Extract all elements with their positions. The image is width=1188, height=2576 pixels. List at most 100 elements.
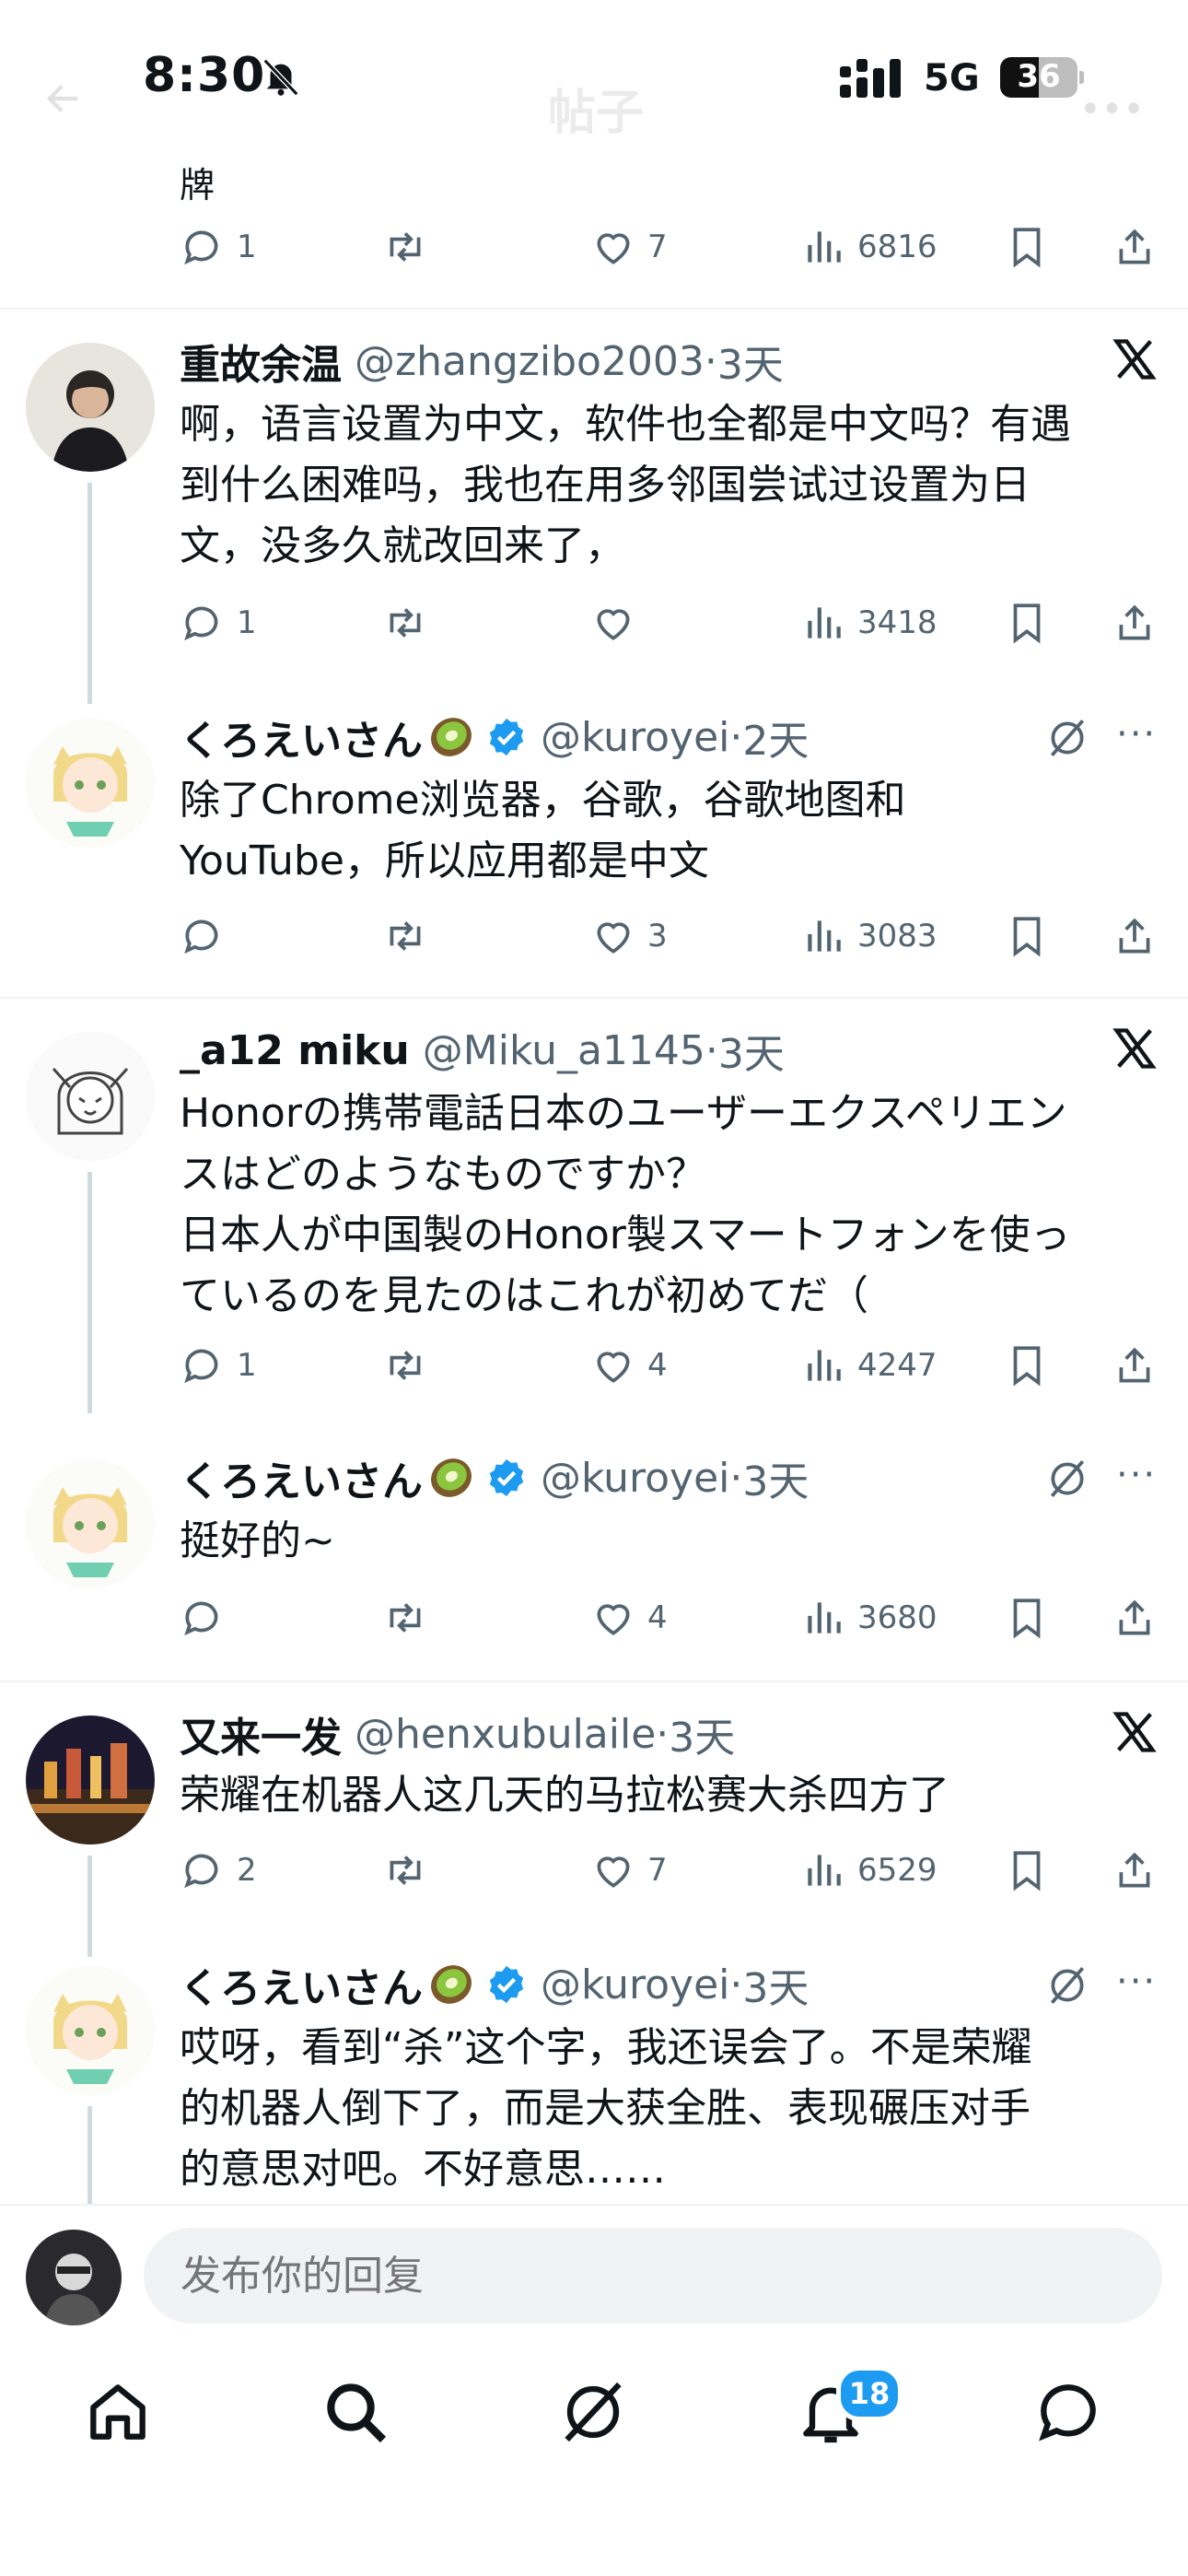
verified-badge-icon[interactable] <box>485 716 528 758</box>
avatar[interactable] <box>26 2230 122 2325</box>
bookmark-button[interactable] <box>1004 219 1050 275</box>
handle[interactable]: @kuroyei <box>541 714 729 761</box>
x-logo-icon[interactable] <box>1111 1025 1159 1072</box>
share-button[interactable] <box>1112 1590 1158 1645</box>
views-button[interactable]: 6816 <box>800 219 938 275</box>
bookmark-button[interactable] <box>1004 1843 1050 1898</box>
tweet-header: くろえいさん @kuroyei · 2天 <box>180 708 809 767</box>
timestamp: 3天 <box>717 1031 785 1078</box>
retweet-button[interactable] <box>382 595 428 650</box>
reply-button[interactable] <box>180 908 237 964</box>
bookmark-icon <box>1013 1598 1041 1639</box>
views-button[interactable]: 3680 <box>800 1590 938 1645</box>
x-logo-icon[interactable] <box>1111 335 1159 383</box>
reply-icon <box>184 1601 218 1636</box>
like-button[interactable] <box>590 595 647 650</box>
share-button[interactable] <box>1112 908 1158 964</box>
display-name[interactable]: 重故余温 <box>180 332 342 391</box>
kiwi-emoji-icon <box>431 1458 472 1497</box>
retweet-button[interactable] <box>382 1338 428 1393</box>
timestamp: 3天 <box>742 1458 809 1505</box>
share-button[interactable] <box>1112 1843 1158 1898</box>
like-button[interactable]: 7 <box>590 219 668 275</box>
reply-button[interactable]: 1 <box>180 219 257 275</box>
views-button[interactable]: 6529 <box>800 1843 938 1898</box>
retweet-icon <box>390 1351 421 1380</box>
reply-icon <box>184 1854 218 1889</box>
bookmark-button[interactable] <box>1004 595 1050 650</box>
share-button[interactable] <box>1112 219 1158 275</box>
handle[interactable]: @henxubulaile <box>355 1711 656 1758</box>
network-label: 5G <box>924 57 980 100</box>
views-button[interactable]: 3083 <box>800 908 938 964</box>
like-button[interactable]: 4 <box>590 1590 668 1645</box>
avatar[interactable] <box>26 1459 155 1588</box>
handle[interactable]: @kuroyei <box>541 1455 729 1502</box>
bookmark-button[interactable] <box>1004 908 1050 964</box>
like-button[interactable]: 4 <box>590 1338 668 1393</box>
reply-input[interactable] <box>144 2228 1162 2324</box>
more-icon[interactable]: ··· <box>1116 1961 1157 2003</box>
notifications-badge: 18 <box>836 2366 903 2421</box>
views-button[interactable]: 4247 <box>800 1338 938 1393</box>
retweet-button[interactable] <box>382 908 428 964</box>
messages-tab[interactable] <box>1031 2375 1105 2449</box>
avatar[interactable] <box>26 719 155 848</box>
retweet-button[interactable] <box>382 219 428 275</box>
tweet-header: 又来一发 @henxubulaile · 3天 <box>180 1706 735 1762</box>
handle[interactable]: @zhangzibo2003 <box>355 338 705 385</box>
bookmark-button[interactable] <box>1004 1590 1050 1645</box>
grok-icon[interactable] <box>1044 715 1090 761</box>
bookmark-button[interactable] <box>1004 1338 1050 1393</box>
handle[interactable]: @Miku_a1145 <box>423 1027 705 1074</box>
display-name[interactable]: くろえいさん <box>180 1955 423 2014</box>
avatar[interactable] <box>26 343 155 472</box>
retweet-icon <box>390 232 421 262</box>
display-name[interactable]: _a12 miku <box>180 1027 410 1074</box>
avatar[interactable] <box>26 1966 155 2095</box>
views-icon <box>808 1855 841 1886</box>
tweet-header: くろえいさん @kuroyei · 3天 <box>180 1955 809 2014</box>
bookmark-icon <box>1013 1851 1041 1891</box>
like-button[interactable]: 3 <box>590 908 668 964</box>
home-tab[interactable] <box>81 2375 155 2449</box>
search-icon <box>327 2383 387 2443</box>
retweet-button[interactable] <box>382 1590 428 1645</box>
grok-icon[interactable] <box>1044 1962 1090 2008</box>
reply-button[interactable]: 1 <box>180 1338 257 1393</box>
more-icon[interactable]: ••• <box>1079 88 1145 131</box>
reply-icon <box>184 606 218 641</box>
more-icon[interactable]: ··· <box>1116 1454 1157 1496</box>
back-arrow-icon[interactable] <box>42 77 85 120</box>
tweet-actions: 1 4 4247 <box>180 1338 1165 1393</box>
retweet-button[interactable] <box>382 1843 428 1898</box>
reply-button[interactable]: 2 <box>180 1843 257 1898</box>
grok-icon <box>565 2382 622 2442</box>
search-tab[interactable] <box>319 2375 392 2449</box>
reply-button[interactable] <box>180 1590 237 1645</box>
tweet-text: 荣耀在机器人这几天的马拉松赛大杀四方了 <box>180 1772 949 1819</box>
verified-badge-icon[interactable] <box>485 1963 528 2006</box>
bookmark-icon <box>1013 228 1041 268</box>
avatar[interactable] <box>26 1032 155 1161</box>
grok-tab[interactable] <box>556 2375 630 2449</box>
reply-button[interactable]: 1 <box>180 595 257 650</box>
avatar[interactable] <box>26 1715 155 1844</box>
share-button[interactable] <box>1112 1338 1158 1393</box>
more-icon[interactable]: ··· <box>1116 713 1157 755</box>
share-icon <box>1119 1852 1150 1888</box>
like-button[interactable]: 7 <box>590 1843 668 1898</box>
reply-icon <box>184 1349 218 1384</box>
reply-icon <box>184 919 218 954</box>
heart-icon <box>597 922 630 954</box>
share-button[interactable] <box>1112 595 1158 650</box>
bookmark-icon <box>1013 603 1041 644</box>
grok-icon[interactable] <box>1044 1456 1090 1502</box>
display-name[interactable]: 又来一发 <box>180 1704 342 1763</box>
display-name[interactable]: くろえいさん <box>180 1448 423 1507</box>
views-button[interactable]: 3418 <box>800 595 938 650</box>
verified-badge-icon[interactable] <box>485 1457 528 1499</box>
handle[interactable]: @kuroyei <box>541 1961 729 2008</box>
display-name[interactable]: くろえいさん <box>180 708 423 767</box>
x-logo-icon[interactable] <box>1111 1708 1159 1756</box>
